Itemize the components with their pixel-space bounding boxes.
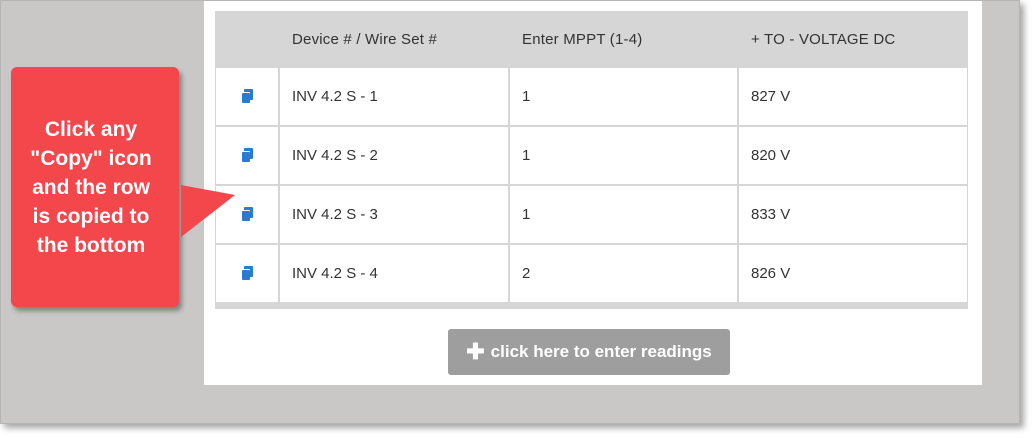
- copy-icon[interactable]: [239, 88, 255, 106]
- readings-panel: Device # / Wire Set # Enter MPPT (1-4) +…: [204, 1, 982, 385]
- header-copy-column: [215, 11, 280, 68]
- mppt-cell[interactable]: 1: [510, 68, 739, 127]
- readings-table: Device # / Wire Set # Enter MPPT (1-4) +…: [215, 11, 968, 304]
- table-row: INV 4.2 S - 3 1 833 V: [215, 186, 968, 245]
- device-cell[interactable]: INV 4.2 S - 2: [280, 127, 510, 186]
- callout-line: is copied to: [32, 205, 150, 228]
- table-row: INV 4.2 S - 2 1 820 V: [215, 127, 968, 186]
- voltage-cell[interactable]: 833 V: [739, 186, 968, 245]
- voltage-cell[interactable]: 826 V: [739, 245, 968, 304]
- table-header-row: Device # / Wire Set # Enter MPPT (1-4) +…: [215, 11, 968, 68]
- callout-line: "Copy" icon: [30, 147, 152, 170]
- mppt-cell[interactable]: 1: [510, 186, 739, 245]
- copy-icon[interactable]: [239, 265, 255, 283]
- header-mppt: Enter MPPT (1-4): [510, 11, 739, 68]
- voltage-cell[interactable]: 827 V: [739, 68, 968, 127]
- callout-pointer-icon: [181, 185, 235, 237]
- mppt-cell[interactable]: 2: [510, 245, 739, 304]
- copy-cell: [215, 127, 280, 186]
- readings-table-wrapper[interactable]: Device # / Wire Set # Enter MPPT (1-4) +…: [215, 11, 968, 309]
- callout-line: the bottom: [36, 234, 146, 257]
- enter-readings-button[interactable]: ✚ click here to enter readings: [448, 329, 730, 375]
- device-cell[interactable]: INV 4.2 S - 1: [280, 68, 510, 127]
- mppt-cell[interactable]: 1: [510, 127, 739, 186]
- copy-cell: [215, 68, 280, 127]
- plus-icon: ✚: [466, 339, 485, 364]
- header-voltage: + TO - VOLTAGE DC: [739, 11, 968, 68]
- device-cell[interactable]: INV 4.2 S - 4: [280, 245, 510, 304]
- enter-readings-label: click here to enter readings: [490, 342, 712, 361]
- voltage-cell[interactable]: 820 V: [739, 127, 968, 186]
- screenshot-frame: Device # / Wire Set # Enter MPPT (1-4) +…: [0, 0, 1020, 424]
- callout-text: Click any "Copy" icon and the row is cop…: [11, 115, 171, 260]
- callout-line: and the row: [32, 176, 150, 199]
- device-cell[interactable]: INV 4.2 S - 3: [280, 186, 510, 245]
- copy-icon[interactable]: [239, 147, 255, 165]
- header-device: Device # / Wire Set #: [280, 11, 510, 68]
- table-row: INV 4.2 S - 1 1 827 V: [215, 68, 968, 127]
- table-row: INV 4.2 S - 4 2 826 V: [215, 245, 968, 304]
- instruction-callout: Click any "Copy" icon and the row is cop…: [11, 67, 235, 307]
- callout-line: Click any: [44, 118, 138, 141]
